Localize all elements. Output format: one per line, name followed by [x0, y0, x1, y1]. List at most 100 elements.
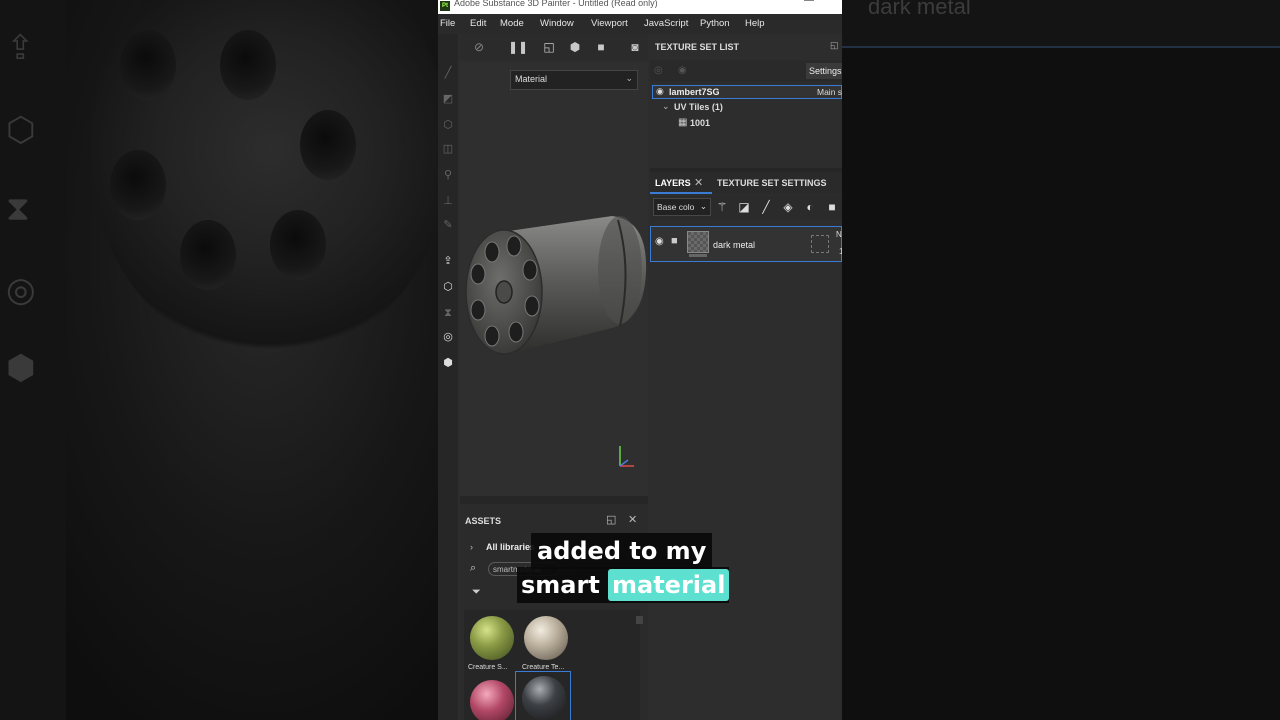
- eraser-icon[interactable]: ◩: [441, 92, 455, 106]
- menu-mode[interactable]: Mode: [500, 18, 524, 29]
- view-mode-icon[interactable]: ◱: [542, 40, 556, 54]
- viewport-mode-value: Material: [515, 74, 548, 84]
- close-icon[interactable]: ✕: [694, 176, 703, 189]
- close-icon[interactable]: ✕: [628, 513, 637, 526]
- menu-bar: File Edit Mode Window Viewport JavaScrip…: [438, 14, 842, 34]
- filter-icon[interactable]: ⏷: [472, 586, 481, 599]
- chevron-down-icon: ⌄: [699, 201, 707, 211]
- texture-set-row-selected[interactable]: ◉ lambert7SG Main sh: [652, 85, 842, 99]
- shelf-icon: ⬢: [6, 349, 36, 387]
- right-panels: TEXTURE SET LIST ◱ ◎ ◉ Settings ◉ lamber…: [650, 34, 842, 720]
- texture-set-toolbar: ◎ ◉ Settings: [650, 60, 842, 82]
- smudge-icon[interactable]: ⚲: [441, 168, 455, 182]
- texture-set-name: lambert7SG: [669, 87, 720, 97]
- material-preview-ball: [522, 676, 566, 720]
- background-hole: [300, 110, 356, 180]
- assets-title: ASSETS: [465, 516, 502, 526]
- add-effect-icon[interactable]: ⚚: [714, 200, 730, 214]
- asset-item-selected[interactable]: [515, 671, 571, 720]
- bake-icon[interactable]: ⬡: [441, 280, 455, 294]
- layer-opacity[interactable]: 1: [839, 247, 842, 256]
- shelf-icon[interactable]: ⬢: [441, 356, 455, 370]
- uv-tiles-group[interactable]: UV Tiles (1): [674, 102, 723, 112]
- shader-name[interactable]: Main sh: [817, 87, 842, 97]
- revolver-cylinder-model: [465, 216, 647, 355]
- eye-icon[interactable]: ◉: [678, 65, 687, 76]
- window-title: Adobe Substance 3D Painter - Untitled (R…: [454, 0, 658, 8]
- add-folder-icon[interactable]: ■: [824, 200, 840, 214]
- channel-select[interactable]: Base colo ⌄: [653, 198, 711, 216]
- add-mask-icon[interactable]: ◪: [736, 200, 752, 214]
- paint-brush-icon[interactable]: ╱: [441, 66, 455, 80]
- hourglass-icon[interactable]: ⧗: [441, 306, 455, 320]
- polygon-fill-icon[interactable]: ◫: [441, 142, 455, 156]
- asset-item[interactable]: Creature Te...: [520, 612, 570, 674]
- layer-thumbnail: [687, 231, 709, 253]
- eye-icon[interactable]: ◉: [656, 86, 664, 97]
- channel-value: Base colo: [657, 202, 695, 212]
- screenshot-camera-icon[interactable]: ◙: [628, 40, 642, 54]
- asset-label: Creature Te...: [522, 664, 565, 671]
- asset-grid: Creature S... Creature Te...: [464, 610, 643, 720]
- menu-window[interactable]: Window: [540, 18, 574, 29]
- background-left-blur: ⇪ ⬡ ⧗ ◎ ⬢: [0, 0, 438, 720]
- display-icon: ◎: [6, 271, 36, 309]
- library-selector[interactable]: All libraries: [486, 542, 535, 552]
- material-preview-ball: [470, 616, 514, 660]
- menu-javascript[interactable]: JavaScript: [644, 18, 688, 29]
- display-settings-icon[interactable]: ◎: [441, 330, 455, 344]
- axis-gizmo-icon: [619, 446, 634, 467]
- hide-ui-icon[interactable]: ⊘: [472, 40, 486, 54]
- drag-handle[interactable]: [689, 254, 707, 257]
- background-hole: [220, 30, 276, 100]
- float-panel-icon[interactable]: ◱: [830, 40, 839, 51]
- float-panel-icon[interactable]: ◱: [606, 513, 616, 526]
- cube-icon[interactable]: ⬢: [568, 40, 582, 54]
- viewport-mode-select[interactable]: Material ⌄: [510, 70, 638, 90]
- asset-search-input[interactable]: smartmaterial: [488, 562, 560, 576]
- chevron-down-icon: ⌄: [625, 73, 633, 83]
- menu-python[interactable]: Python: [700, 18, 730, 29]
- asset-item[interactable]: [466, 676, 516, 720]
- background-header: dark metal: [842, 0, 1280, 48]
- clone-icon[interactable]: ⊥: [441, 194, 455, 208]
- layers-tab-bar: LAYERS ✕ TEXTURE SET SETTINGS: [650, 172, 842, 194]
- search-placeholder: Search: [560, 566, 583, 573]
- tab-texture-set-settings[interactable]: TEXTURE SET SETTINGS: [717, 178, 827, 188]
- layer-row-selected[interactable]: ◉ ■ dark metal N 1: [650, 226, 842, 262]
- menu-edit[interactable]: Edit: [470, 18, 486, 29]
- chevron-down-icon[interactable]: ⌄: [662, 101, 670, 112]
- menu-file[interactable]: File: [440, 18, 455, 29]
- picker-icon[interactable]: ✎: [441, 218, 455, 232]
- panel-divider[interactable]: [460, 496, 648, 504]
- tool-sidebar: ╱ ◩ ⬡ ◫ ⚲ ⊥ ✎ ⇪ ⬡ ⧗ ◎ ⬢: [438, 34, 458, 720]
- uv-tile-item[interactable]: 1001: [690, 118, 710, 128]
- tab-layers[interactable]: LAYERS ✕: [650, 172, 712, 194]
- eye-closed-icon[interactable]: ◎: [654, 65, 663, 76]
- export-icon[interactable]: ⇪: [441, 254, 455, 268]
- background-hole: [120, 30, 176, 100]
- hourglass-icon: ⧗: [6, 190, 30, 228]
- layers-toolbar: Base colo ⌄ ⚚ ◪ ╱ ◈ ◐ ■: [650, 196, 842, 220]
- add-smart-material-icon[interactable]: ◐: [802, 200, 818, 214]
- material-preview-ball: [524, 616, 568, 660]
- minimize-button[interactable]: —: [804, 0, 814, 6]
- pause-icon[interactable]: ❚❚: [508, 40, 528, 54]
- asset-item[interactable]: Creature S...: [466, 612, 516, 674]
- chevron-right-icon[interactable]: ›: [470, 542, 473, 552]
- 3d-viewport[interactable]: Material ⌄: [460, 62, 648, 496]
- blend-mode[interactable]: N: [836, 230, 842, 239]
- projection-icon[interactable]: ⬡: [441, 118, 455, 132]
- eye-icon[interactable]: ◉: [655, 236, 664, 247]
- background-right-blur: dark metal: [842, 0, 1280, 720]
- add-fill-layer-icon[interactable]: ◈: [780, 200, 796, 214]
- camera-video-icon[interactable]: ■: [594, 40, 608, 54]
- menu-help[interactable]: Help: [745, 18, 765, 29]
- menu-viewport[interactable]: Viewport: [591, 18, 628, 29]
- search-icon: ⌕: [470, 562, 477, 574]
- layer-name[interactable]: dark metal: [713, 240, 755, 250]
- mask-thumbnail[interactable]: [811, 235, 829, 253]
- settings-button[interactable]: Settings: [806, 63, 842, 79]
- scrollbar[interactable]: [636, 616, 643, 624]
- add-paint-layer-icon[interactable]: ╱: [758, 200, 774, 214]
